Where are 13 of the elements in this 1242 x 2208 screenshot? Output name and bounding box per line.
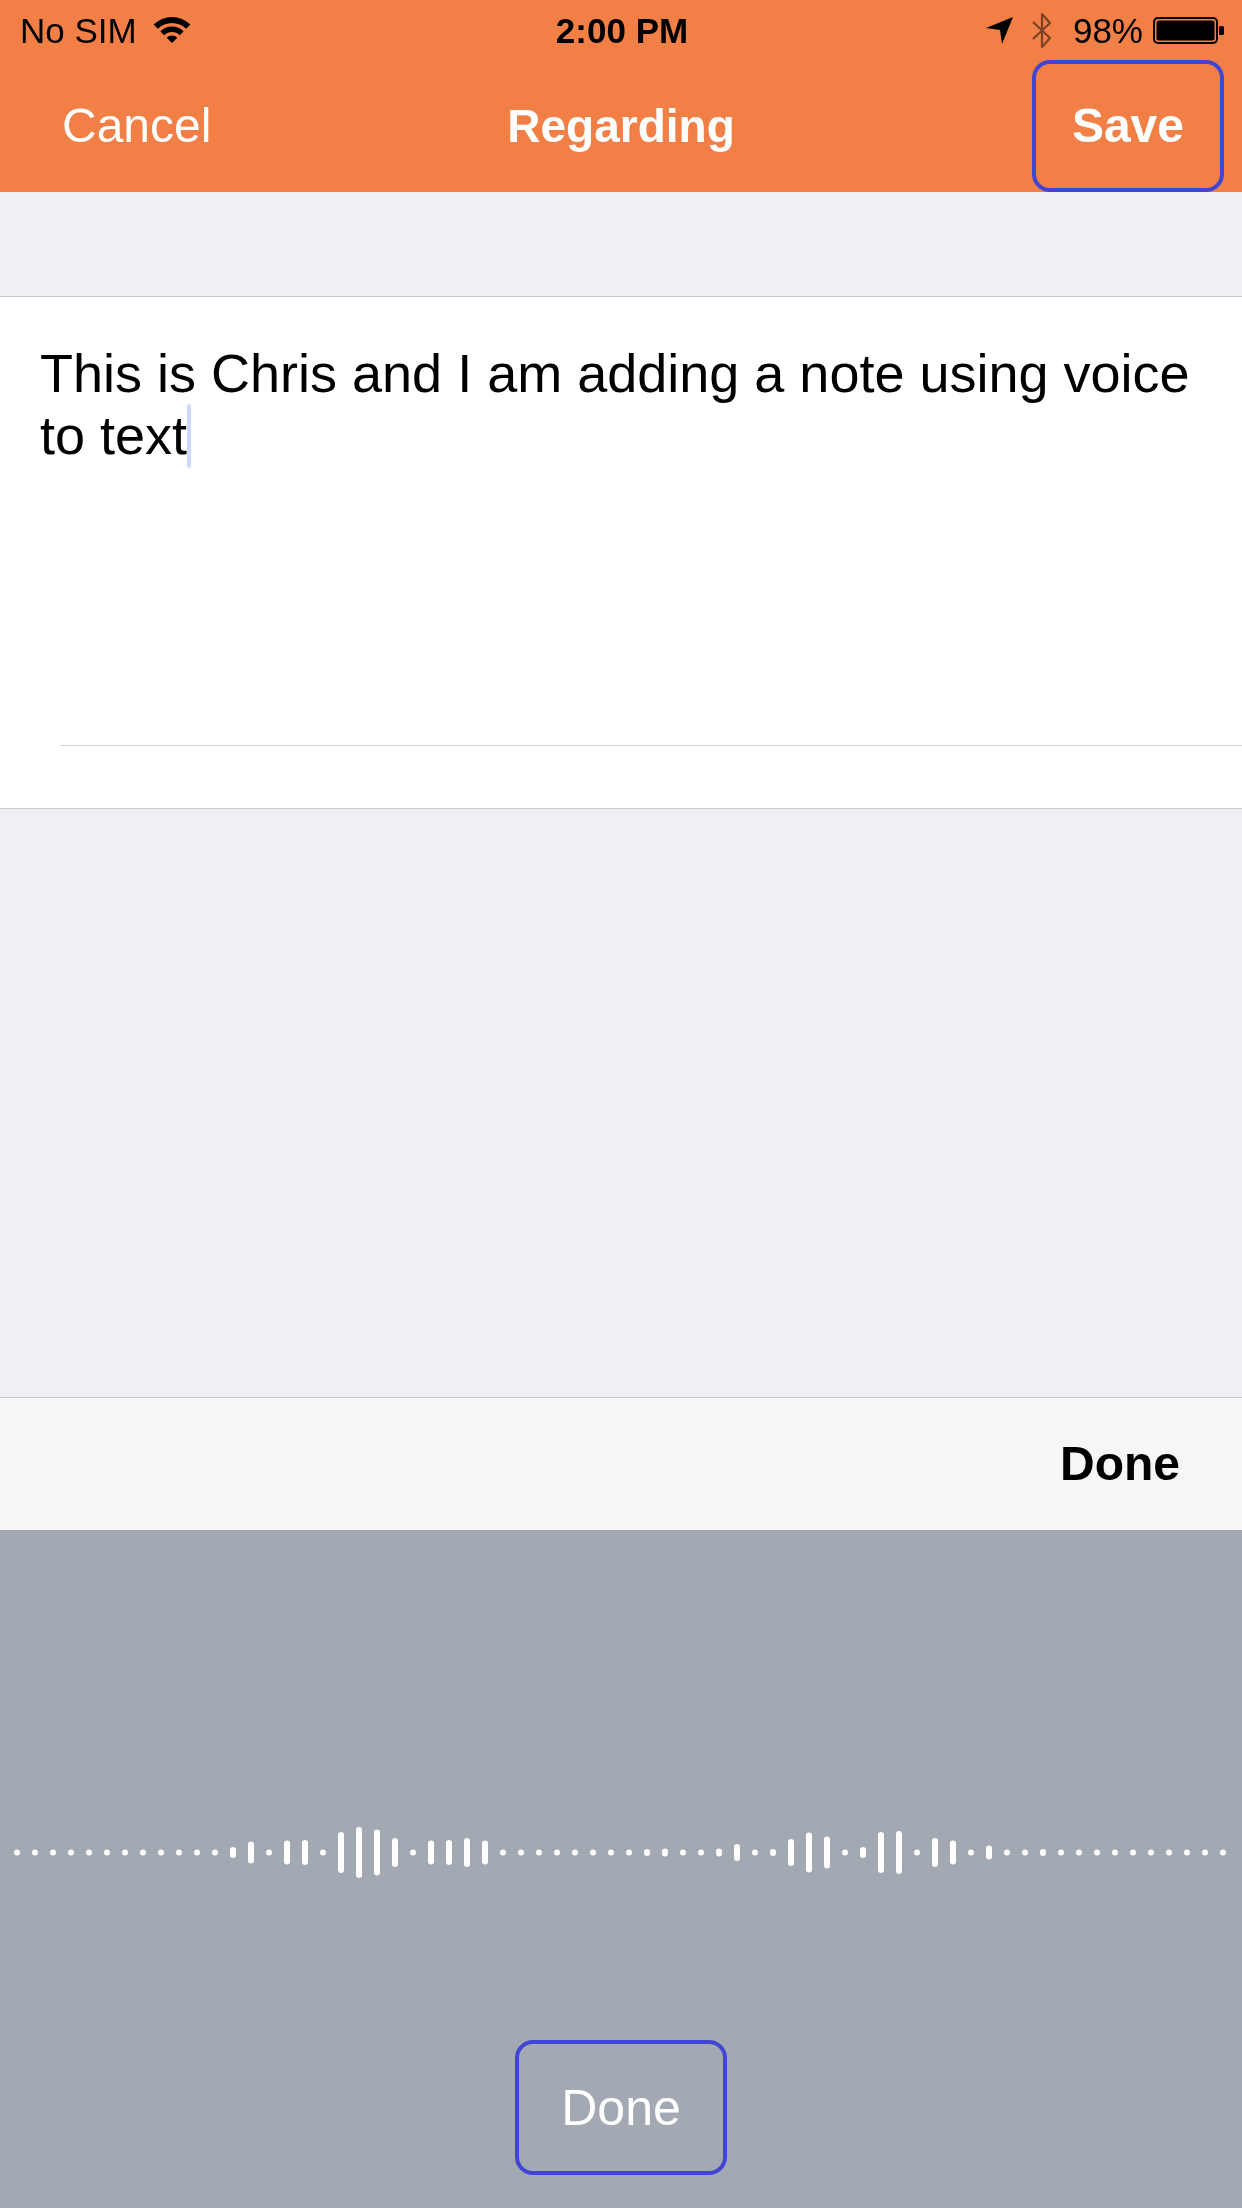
time-label: 2:00 PM <box>555 12 689 48</box>
cancel-button[interactable]: Cancel <box>62 98 212 154</box>
carrier-label: No SIM <box>20 12 137 48</box>
screen-title: Regarding <box>507 99 735 153</box>
note-text-field[interactable]: This is Chris and I am adding a note using voice to text <box>0 297 1242 745</box>
battery-percent-label: 98% <box>1072 12 1143 48</box>
save-button[interactable]: Save <box>1031 60 1224 192</box>
done-button[interactable]: Done <box>515 2040 727 2175</box>
done-button[interactable]: Done <box>1060 1436 1180 1492</box>
bluetooth-icon <box>1030 11 1053 49</box>
battery-icon <box>1153 16 1224 44</box>
location-arrow-icon <box>985 16 1013 44</box>
wifi-icon <box>152 16 191 44</box>
